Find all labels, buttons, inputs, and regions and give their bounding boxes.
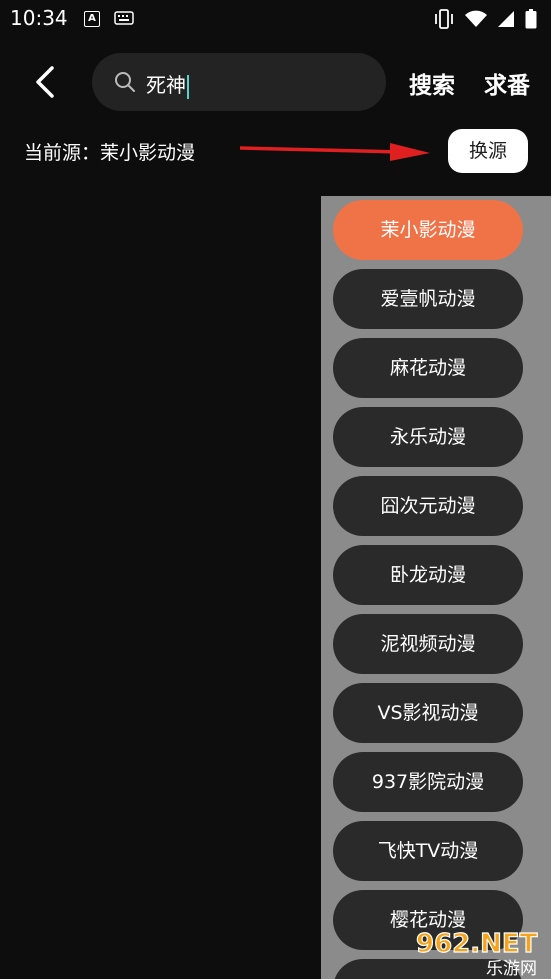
watermark-logo: 962.NET 乐游网 (415, 928, 538, 979)
text-cursor (187, 74, 189, 99)
red-arrow-annotation (240, 143, 430, 161)
battery-icon (525, 9, 537, 29)
a-icon: A (84, 11, 100, 27)
source-option[interactable]: 永乐动漫 (333, 407, 523, 467)
watermark-bottom: 乐游网 (486, 959, 537, 979)
source-option[interactable]: 937影院动漫 (333, 752, 523, 812)
signal-icon (498, 11, 514, 27)
source-option[interactable]: 茉小影动漫 (333, 200, 523, 260)
search-query-text: 死神 (146, 73, 186, 97)
switch-source-button[interactable]: 换源 (448, 129, 528, 173)
wifi-icon (465, 10, 487, 27)
source-option[interactable]: 飞快TV动漫 (333, 821, 523, 881)
request-anime-button[interactable]: 求番 (484, 66, 530, 100)
watermark-top: 962.NET (416, 929, 538, 959)
back-arrow-icon[interactable] (30, 64, 64, 100)
source-option[interactable]: 麻花动漫 (333, 338, 523, 398)
search-input[interactable]: 死神 (92, 53, 386, 111)
current-source-label: 当前源：茉小影动漫 (24, 142, 196, 164)
source-option[interactable]: VS影视动漫 (333, 683, 523, 743)
status-bar: 10:34 A (0, 0, 551, 38)
search-icon (115, 72, 135, 92)
source-option[interactable]: 囧次元动漫 (333, 476, 523, 536)
source-option[interactable]: 泥视频动漫 (333, 614, 523, 674)
search-button[interactable]: 搜索 (409, 66, 455, 100)
source-option[interactable]: 爱壹帆动漫 (333, 269, 523, 329)
search-header: 死神 搜索 求番 (0, 52, 551, 112)
keyboard-icon (114, 11, 134, 25)
source-option[interactable]: 卧龙动漫 (333, 545, 523, 605)
vibrate-icon (435, 9, 453, 29)
source-list-panel: 茉小影动漫爱壹帆动漫麻花动漫永乐动漫囧次元动漫卧龙动漫泥视频动漫 VS影视动漫 93… (321, 196, 551, 979)
status-time: 10:34 (10, 6, 68, 30)
